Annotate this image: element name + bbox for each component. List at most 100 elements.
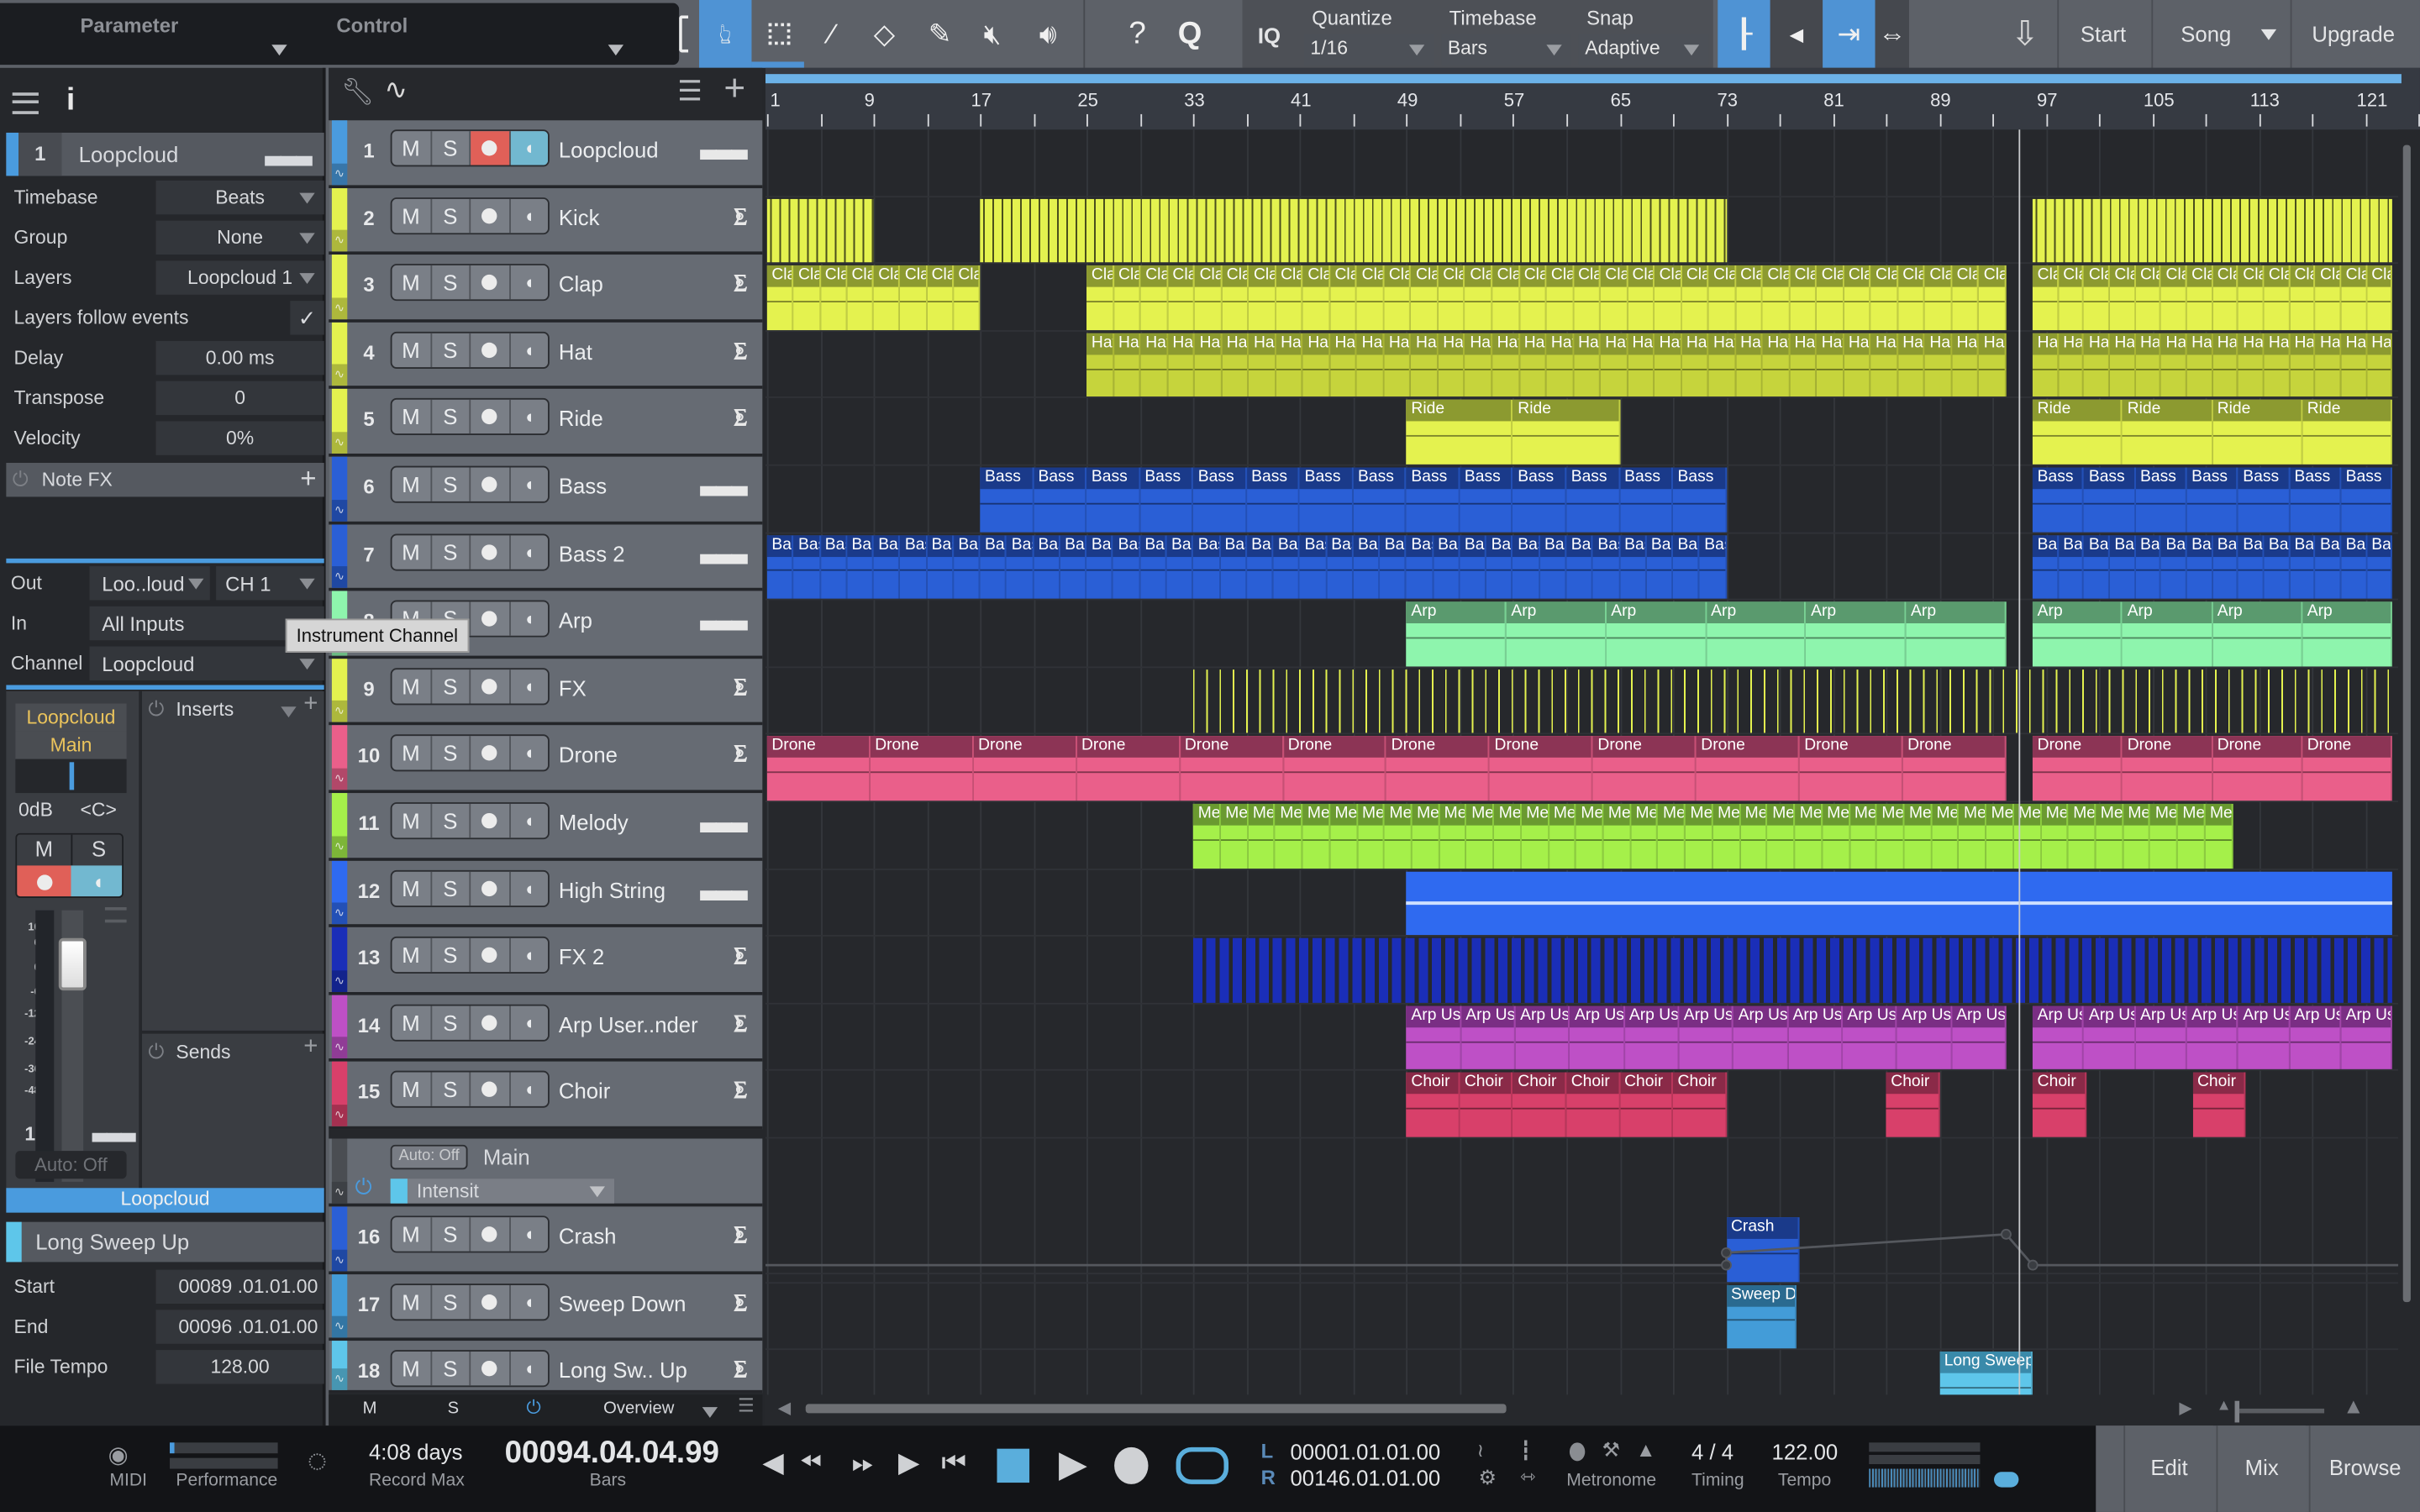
event-clip[interactable]: Clap: [1167, 265, 1196, 330]
event-clip[interactable]: Choir: [2033, 1073, 2086, 1137]
event-clip[interactable]: Melody: [2096, 803, 2123, 869]
scroll-right-icon[interactable]: ▶: [2179, 1398, 2192, 1418]
event-clip[interactable]: Hat: [1655, 333, 1682, 397]
event-clip[interactable]: Clap: [2341, 265, 2367, 330]
event-clip[interactable]: Hat: [1735, 333, 1763, 397]
track-header[interactable]: ∿ 6 M S ◖ Bass ▃▃▃: [329, 456, 763, 524]
vertical-scroll-thumb[interactable]: [2402, 144, 2411, 1303]
automation-icon[interactable]: ∿: [331, 365, 348, 386]
event-clip[interactable]: Hat: [1979, 333, 2007, 397]
event-clip[interactable]: Arp User Wonder: [1733, 1005, 1788, 1070]
event-clip[interactable]: Ride: [2123, 400, 2213, 465]
monitor-button[interactable]: ◖: [510, 468, 548, 501]
event-clip[interactable]: Ride: [1512, 400, 1620, 465]
event-clip[interactable]: Melody: [1931, 803, 1960, 869]
track-name[interactable]: Crash: [559, 1224, 617, 1248]
event-clip[interactable]: Bass: [1300, 467, 1354, 532]
event-clip[interactable]: Arp User Wonder: [1951, 1005, 2007, 1070]
monitor-button[interactable]: ◖: [510, 804, 548, 837]
event-clip[interactable]: Bass: [2084, 467, 2136, 532]
event-clip[interactable]: Bass 2: [1300, 534, 1327, 599]
track-header[interactable]: ∿ 13 M S ◖ FX 2 ⨊: [329, 927, 763, 995]
event-clip[interactable]: Bass 2: [1512, 534, 1540, 599]
event-clip[interactable]: Bass 2: [873, 534, 901, 599]
mute-tool-button[interactable]: 🔇︎: [966, 0, 1018, 68]
record-arm-button[interactable]: [471, 1005, 511, 1040]
event-clip[interactable]: Melody: [1357, 803, 1386, 869]
channel-record-button[interactable]: [17, 865, 71, 897]
event-clip[interactable]: Bass 2: [1060, 534, 1087, 599]
event-clip[interactable]: Bass: [1566, 467, 1620, 532]
event-clip[interactable]: Hat: [1113, 333, 1141, 397]
quick-zoom-button[interactable]: Q: [1164, 0, 1216, 68]
event-clip[interactable]: Melody: [1686, 803, 1713, 869]
event-clip[interactable]: Clap: [1195, 265, 1223, 330]
event-clip[interactable]: Hat: [1681, 333, 1709, 397]
event-clip[interactable]: Melody: [1494, 803, 1522, 869]
track-name[interactable]: Arp: [559, 608, 592, 633]
event-clip[interactable]: Drone: [870, 736, 974, 801]
event-clip[interactable]: Arp: [2033, 601, 2123, 667]
event-clip[interactable]: Melody: [1658, 803, 1686, 869]
event-clip[interactable]: Arp User Wonder: [1679, 1005, 1734, 1070]
event-clip[interactable]: Arp: [1706, 601, 1807, 667]
event-clip[interactable]: Clap: [1844, 265, 1871, 330]
event-clip[interactable]: Bass 2: [1380, 534, 1407, 599]
track-header[interactable]: ∿ 18 M S ◖ Long Sw.. Up ⨊: [329, 1341, 763, 1394]
event-clip[interactable]: Clap: [1276, 265, 1303, 330]
help-button[interactable]: ?: [1111, 0, 1163, 68]
event-clip[interactable]: Clap: [2135, 265, 2162, 330]
timing-value[interactable]: 4 / 4: [1691, 1440, 1733, 1464]
download-button[interactable]: ⇩: [1991, 0, 2059, 68]
event-clip[interactable]: Hat: [2212, 333, 2238, 397]
event-clip[interactable]: Bass 2: [1326, 534, 1354, 599]
track-name[interactable]: Bass: [559, 474, 607, 498]
event-clip[interactable]: Bass 2: [793, 534, 821, 599]
automation-icon[interactable]: ∿: [331, 1248, 348, 1271]
event-clip[interactable]: Bass 2: [1406, 534, 1434, 599]
autoscroll-button[interactable]: ⇥: [1823, 0, 1876, 68]
event-clip[interactable]: Bass 2: [1273, 534, 1301, 599]
event-clip[interactable]: Bass 2: [1086, 534, 1114, 599]
event-clip[interactable]: Arp: [1806, 601, 1907, 667]
monitor-button[interactable]: ◖: [510, 1005, 548, 1039]
track-header[interactable]: ∿ 11 M S ◖ Melody ▃▃▃: [329, 793, 763, 861]
record-arm-button[interactable]: [471, 131, 511, 165]
event-clip[interactable]: Melody: [2177, 803, 2206, 869]
event-clip[interactable]: Hat: [2161, 333, 2187, 397]
scroll-left-icon[interactable]: ◀: [778, 1398, 792, 1418]
channel-mute-button[interactable]: M: [17, 834, 71, 866]
power-icon[interactable]: ⏻: [13, 468, 29, 492]
event-clip[interactable]: Bass 2: [1007, 534, 1034, 599]
record-arm-button[interactable]: [471, 1073, 511, 1107]
event-clip[interactable]: Clap: [2366, 265, 2393, 330]
monitor-button[interactable]: ◖: [510, 737, 548, 770]
event-clip[interactable]: Hat: [1897, 333, 1925, 397]
event-clip[interactable]: Arp User Wonder: [2238, 1005, 2290, 1070]
event-clip[interactable]: Hat: [1924, 333, 1953, 397]
event-clip[interactable]: Clap: [900, 265, 928, 330]
upgrade-button[interactable]: Upgrade: [2312, 22, 2395, 46]
event-clip[interactable]: Hat: [2186, 333, 2213, 397]
event-clip[interactable]: Choir: [1619, 1073, 1674, 1137]
overview-selector[interactable]: Overview: [603, 1399, 674, 1418]
event-clip[interactable]: Melody: [1630, 803, 1659, 869]
event-clip[interactable]: Melody: [1329, 803, 1358, 869]
automation-icon[interactable]: ∿: [331, 902, 348, 925]
event-clip[interactable]: Hat: [1384, 333, 1412, 397]
event-clip[interactable]: Bass 2: [980, 534, 1007, 599]
track-name[interactable]: Loopcloud: [559, 137, 659, 161]
event-clip[interactable]: Hat: [1546, 333, 1574, 397]
event-clip[interactable]: Hat: [1086, 333, 1114, 397]
event-clip[interactable]: Drone: [2212, 736, 2303, 801]
event-clip[interactable]: Choir: [2192, 1073, 2246, 1137]
record-arm-button[interactable]: [471, 265, 511, 300]
solo-button[interactable]: S: [431, 1352, 471, 1386]
record-arm-button[interactable]: [471, 669, 511, 704]
song-button[interactable]: Song: [2181, 22, 2231, 46]
event-clip[interactable]: Bass 2: [1646, 534, 1674, 599]
event-clip[interactable]: Hat: [2366, 333, 2393, 397]
mute-button[interactable]: M: [392, 938, 432, 973]
event-clip[interactable]: Bass: [1406, 467, 1460, 532]
event-start-field[interactable]: 00089 .01.01.00: [155, 1269, 324, 1305]
